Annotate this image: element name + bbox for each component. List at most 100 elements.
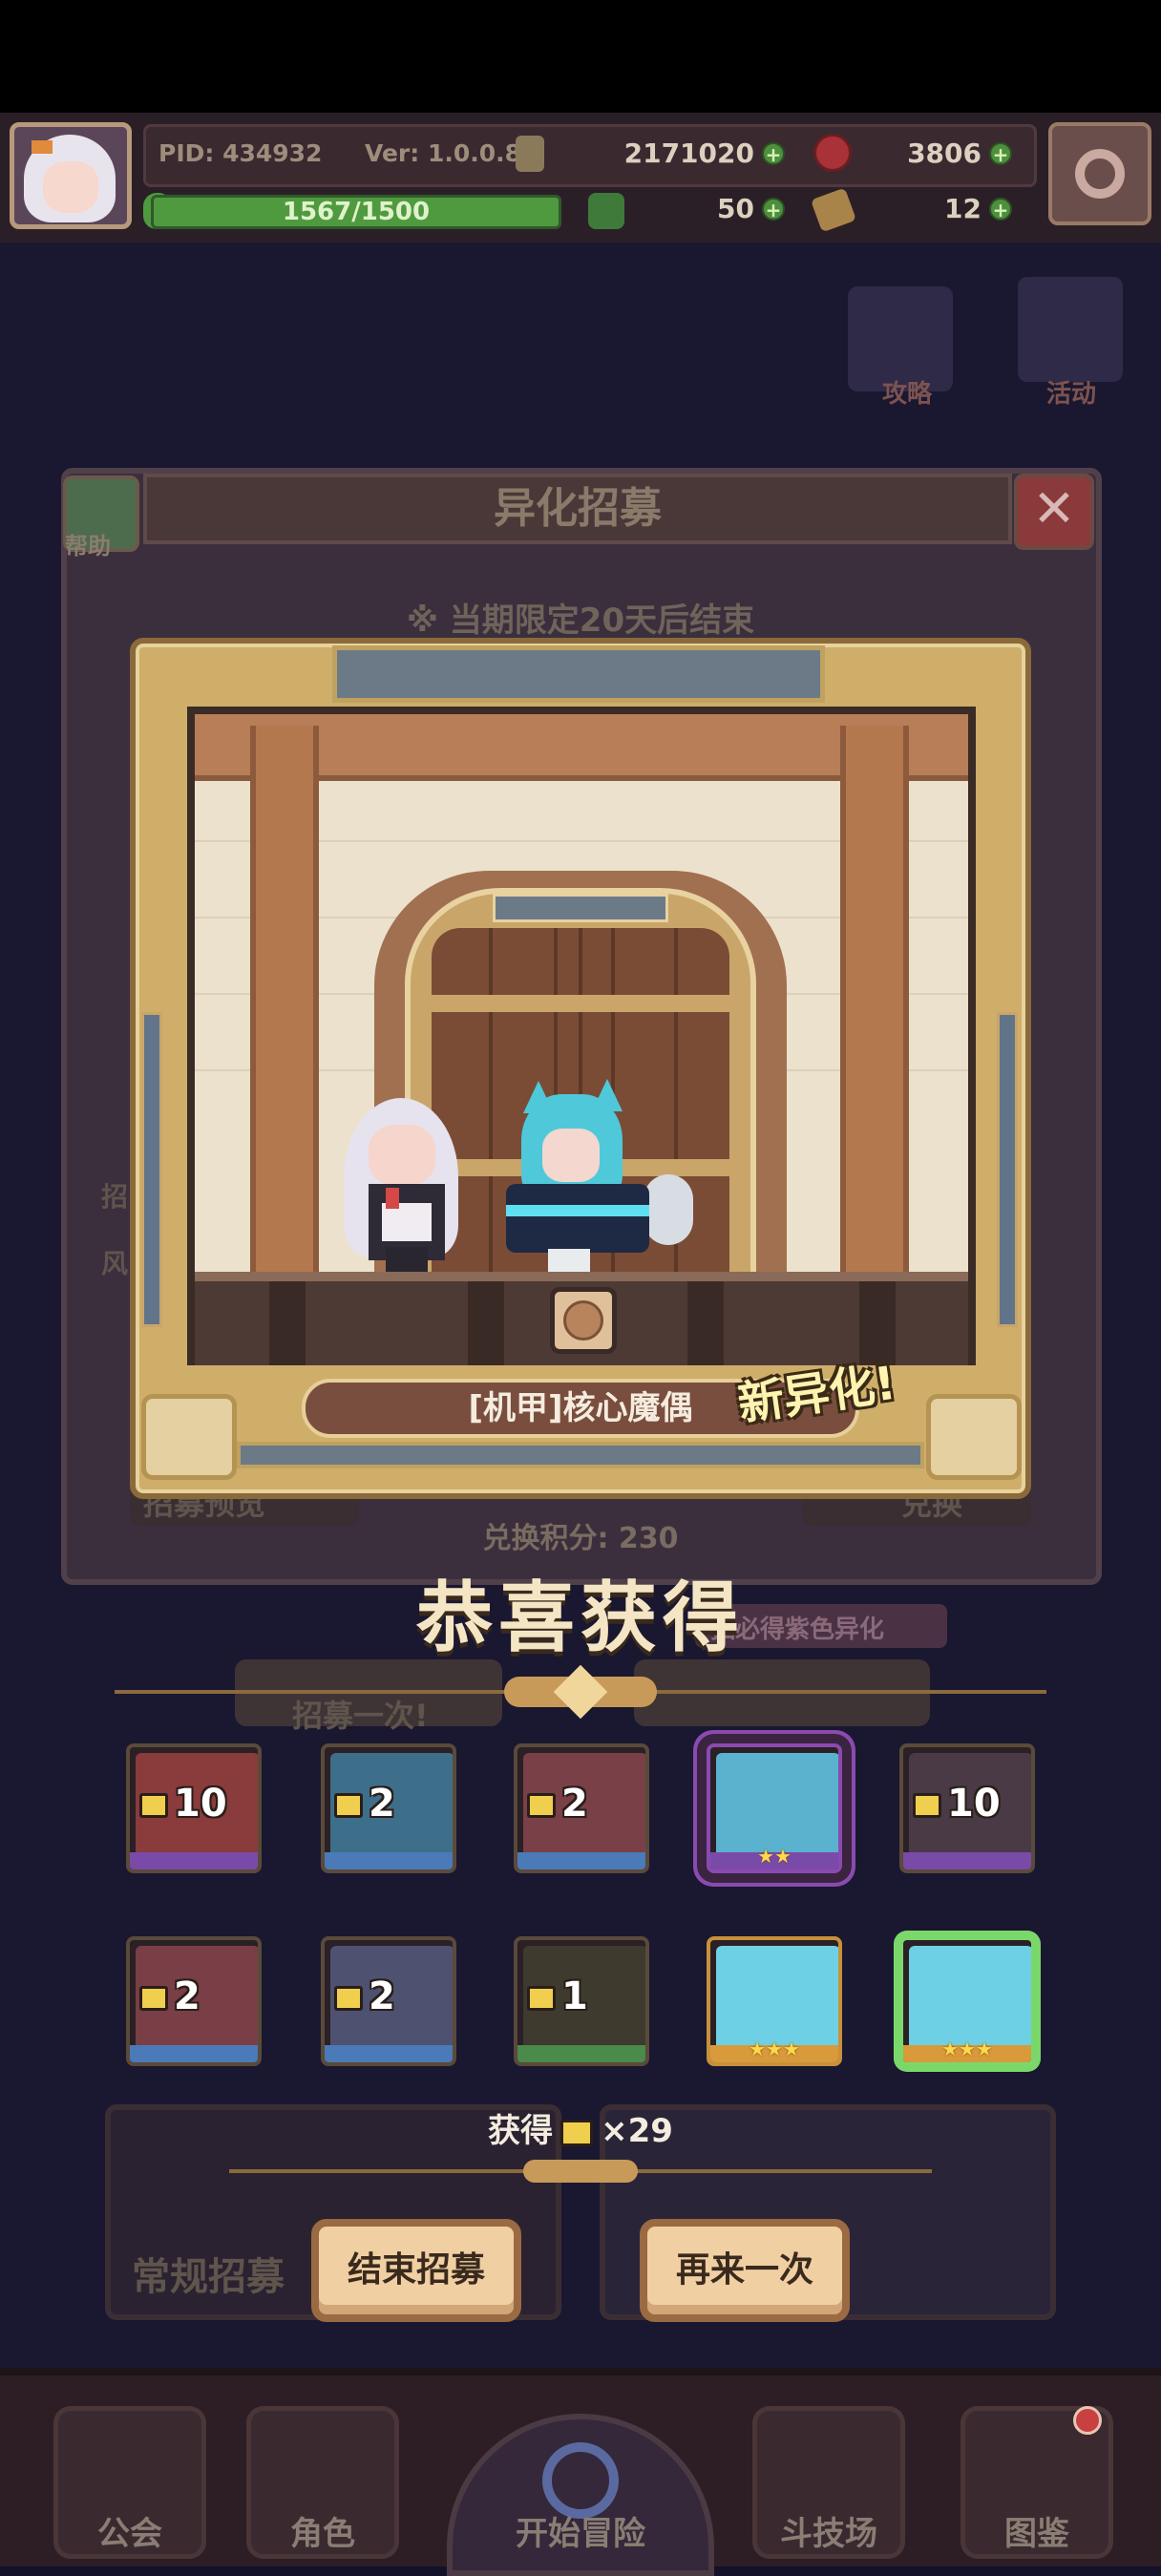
reward-slot[interactable]: ★★★ — [899, 1936, 1035, 2066]
side-letter-2: 风 — [101, 1248, 129, 1279]
rarity-bar — [517, 2045, 645, 2062]
rarity-bar — [325, 2045, 453, 2062]
door-plank — [489, 928, 493, 1272]
reward-count: 1 — [527, 1974, 645, 2018]
clover-icon — [588, 193, 624, 229]
frame-right-strip — [997, 1012, 1018, 1327]
gem-plus-icon[interactable]: + — [989, 142, 1012, 165]
reward-slot[interactable]: 10 — [899, 1743, 1035, 1873]
frame-top-plate — [332, 645, 825, 703]
girl-legs — [386, 1247, 428, 1272]
crown-corner-icon — [141, 1394, 237, 1480]
status-area — [0, 0, 1161, 113]
card-icon — [527, 1986, 556, 2011]
summary-divider-ornament — [523, 2160, 638, 2183]
gem-amount: 3806 — [907, 137, 982, 169]
door-bar — [432, 995, 729, 1012]
clover-amount: 50 — [717, 193, 754, 224]
reward-slot[interactable]: 1 — [514, 1936, 649, 2066]
settings-button[interactable] — [1048, 122, 1151, 225]
gold-plus-icon[interactable]: + — [762, 142, 785, 165]
reward-count-value: 10 — [947, 1782, 1001, 1826]
gear-icon — [1075, 149, 1125, 199]
card-icon — [527, 1793, 556, 1818]
rarity-bar — [903, 1852, 1031, 1869]
gold-amount: 2171020 — [623, 137, 754, 169]
frame-bottom-strip — [237, 1442, 924, 1468]
obtain-label: 获得 — [488, 2112, 554, 2150]
reward-portrait — [716, 1753, 838, 1858]
girl-skirt — [382, 1203, 432, 1241]
nav-roles-label: 角色 — [290, 2515, 355, 2553]
recruit-again-button[interactable]: 再来一次 — [640, 2219, 850, 2322]
floor-slit — [468, 1281, 504, 1365]
card-icon — [560, 2119, 594, 2146]
girl-face — [369, 1125, 435, 1186]
gacha-title: 异化招募 — [494, 484, 662, 533]
reward-portrait — [716, 1946, 838, 2051]
emblem-icon — [563, 1300, 603, 1341]
reward-count-value: 10 — [174, 1782, 227, 1826]
rarity-bar — [325, 1852, 453, 1869]
clover-plus-icon[interactable]: + — [762, 198, 785, 221]
obtain-count: ×29 — [601, 2112, 673, 2150]
exp-bar: 1567/1500 — [151, 195, 561, 229]
card-icon — [139, 1986, 168, 2011]
reward-count: 2 — [334, 1974, 453, 2018]
floor-slit — [269, 1281, 306, 1365]
reward-count-value: 2 — [369, 1974, 395, 2018]
reward-count-value: 2 — [561, 1782, 588, 1826]
floor-slit — [687, 1281, 724, 1365]
star-rating: ★★★ — [941, 2038, 993, 2060]
reward-slot[interactable]: ★★★ — [707, 1936, 842, 2066]
door-plate — [493, 894, 668, 922]
catgirl-face — [542, 1129, 600, 1182]
reward-slot[interactable]: 2 — [126, 1936, 262, 2066]
star-rating: ★★★ — [749, 2038, 800, 2060]
right-pillar — [840, 726, 909, 1272]
game-version: Ver: 1.0.0.8 — [365, 139, 522, 167]
avatar-bow — [32, 140, 53, 154]
reward-count-value: 2 — [369, 1782, 395, 1826]
close-button[interactable]: ✕ — [1014, 474, 1094, 550]
key-plus-icon[interactable]: + — [989, 198, 1012, 221]
obtain-summary: 获得 ×29 — [0, 2104, 1161, 2151]
reward-slot[interactable]: ★★ — [707, 1743, 842, 1873]
event-label: 活动 — [1046, 380, 1097, 409]
event-button[interactable] — [1018, 277, 1123, 382]
end-recruit-button[interactable]: 结束招募 — [311, 2219, 521, 2322]
star-rating: ★★ — [757, 1845, 792, 1868]
nav-adventure-label: 开始冒险 — [516, 2515, 645, 2553]
card-icon — [913, 1793, 941, 1818]
end-recruit-label: 结束招募 — [347, 2250, 485, 2290]
event-notice: ※ 当期限定20天后结束 — [406, 602, 755, 640]
rarity-bar — [130, 2045, 258, 2062]
player-avatar[interactable] — [10, 122, 132, 229]
frame-left-strip — [141, 1012, 162, 1327]
exchange-points: 兑换积分: 230 — [482, 1522, 679, 1555]
copy-icon[interactable] — [516, 136, 544, 172]
rarity-bar — [517, 1852, 645, 1869]
reward-count: 2 — [334, 1782, 453, 1826]
nav-arena-label: 斗技场 — [780, 2515, 877, 2553]
catgirl-armor — [506, 1184, 649, 1253]
key-amount: 12 — [944, 193, 982, 224]
top-hud: PID: 434932 Ver: 1.0.0.8 2171020 + 3806 … — [0, 113, 1161, 246]
key-icon — [810, 187, 857, 233]
catgirl-tail — [644, 1174, 693, 1245]
reward-slot[interactable]: 2 — [514, 1743, 649, 1873]
avatar-face — [43, 161, 98, 213]
reward-portrait — [909, 1946, 1031, 2051]
nav-codex-label: 图鉴 — [1004, 2515, 1069, 2553]
card-icon — [334, 1986, 363, 2011]
help-label: 帮助 — [65, 533, 111, 560]
reward-slot[interactable]: 2 — [321, 1743, 456, 1873]
reward-slot[interactable]: 10 — [126, 1743, 262, 1873]
card-icon — [334, 1793, 363, 1818]
armor-glow — [506, 1205, 649, 1216]
gem-heart-corner-icon — [926, 1394, 1022, 1480]
recruit-again-label: 再来一次 — [675, 2250, 813, 2290]
reward-slot[interactable]: 2 — [321, 1936, 456, 2066]
exp-text: 1567/1500 — [282, 198, 431, 226]
girl-ribbon — [386, 1188, 399, 1209]
